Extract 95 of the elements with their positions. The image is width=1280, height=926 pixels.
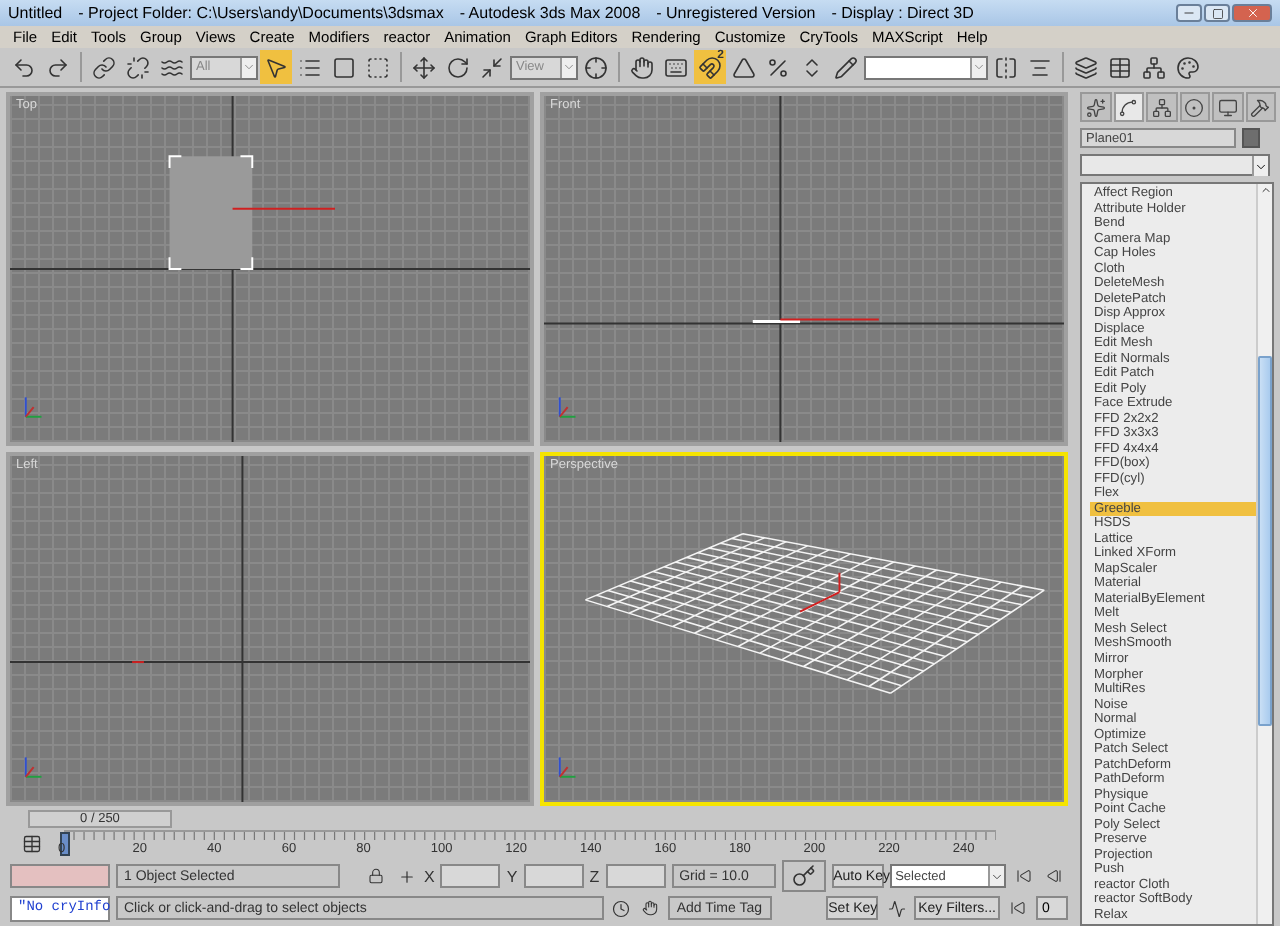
x-label: X xyxy=(424,867,435,885)
minimize-icon xyxy=(1182,6,1196,20)
caret-icon xyxy=(562,60,576,74)
panel-tab[interactable] xyxy=(1245,92,1276,122)
go-to-start-button[interactable] xyxy=(1006,896,1030,920)
unlink-icon xyxy=(126,55,150,79)
caret-icon xyxy=(989,869,1004,883)
curve-icon xyxy=(1118,97,1139,117)
pivot-axis-lines xyxy=(799,571,841,613)
window-title: - Project Folder: C:\Users\andy\Documents\3dsmax xyxy=(78,4,444,22)
modifier-list-dropdown[interactable] xyxy=(1080,154,1270,176)
hand-icon xyxy=(630,55,654,79)
x-field[interactable] xyxy=(440,864,501,888)
network-icon xyxy=(1142,55,1166,79)
window-title: Untitled xyxy=(8,4,63,22)
lock-icon xyxy=(368,868,384,884)
keyboard-icon xyxy=(664,55,688,79)
plane-edge[interactable] xyxy=(752,320,801,323)
scrollbar[interactable] xyxy=(1256,184,1272,924)
align-icon xyxy=(1028,55,1052,79)
scale-icon xyxy=(480,55,504,79)
x-axis-line xyxy=(779,318,880,321)
close-button[interactable] xyxy=(1232,4,1272,22)
dropdown[interactable] xyxy=(864,55,988,79)
key-button[interactable] xyxy=(781,860,826,892)
hand-button[interactable] xyxy=(639,896,663,920)
pointer-icon xyxy=(264,55,288,79)
table-icon xyxy=(1108,55,1132,79)
rotate-icon xyxy=(446,55,470,79)
curve-icon xyxy=(887,899,906,917)
z-field[interactable] xyxy=(605,864,666,888)
move-icon xyxy=(412,55,436,79)
previous-frame-button[interactable] xyxy=(1041,864,1066,888)
caret-icon xyxy=(1254,159,1268,173)
hierarchy-icon xyxy=(1151,97,1172,117)
wave-icon xyxy=(160,55,184,79)
link-icon xyxy=(92,55,116,79)
redo-icon xyxy=(46,55,70,79)
hand-icon xyxy=(642,900,659,916)
spinner-icon xyxy=(800,55,824,79)
undo-icon xyxy=(12,55,36,79)
close-icon xyxy=(1245,6,1259,20)
y-field[interactable] xyxy=(523,864,584,888)
caret-icon xyxy=(972,60,986,74)
maximize-button[interactable] xyxy=(1204,4,1230,22)
layers-icon xyxy=(1074,55,1098,79)
y-label: Y xyxy=(506,867,518,885)
target-icon xyxy=(1184,97,1205,117)
timeline-thumb[interactable] xyxy=(60,831,70,856)
skip-back-icon xyxy=(1015,868,1032,884)
pointer-button[interactable] xyxy=(260,50,292,84)
mirror-icon xyxy=(994,55,1018,79)
clock-button[interactable] xyxy=(609,896,634,920)
maxscript-listener-field[interactable] xyxy=(10,864,110,888)
clock-icon xyxy=(612,899,631,917)
palette-icon xyxy=(1176,55,1200,79)
axis-tripod-icon xyxy=(558,756,577,778)
plus-icon xyxy=(397,867,415,885)
square-icon xyxy=(332,55,356,79)
x-axis-line xyxy=(231,207,336,210)
x-axis-line xyxy=(131,661,145,664)
panel-tab[interactable] xyxy=(1212,92,1243,122)
key-icon xyxy=(791,864,816,888)
panel-tab[interactable] xyxy=(1179,92,1210,122)
crosshair-icon xyxy=(584,55,608,79)
curve-button[interactable] xyxy=(884,896,908,920)
axis-tripod-icon xyxy=(24,396,43,418)
z-label: Z xyxy=(589,867,600,885)
color-swatch[interactable] xyxy=(1242,128,1260,148)
step-back-icon xyxy=(1045,868,1062,884)
dashed-square-icon xyxy=(366,55,390,79)
percent-icon xyxy=(766,55,790,79)
window-title: - Autodesk 3ds Max 2008 xyxy=(459,4,641,22)
scroll-up-icon xyxy=(1259,184,1271,196)
panel-tab[interactable] xyxy=(1080,92,1111,122)
hammer-icon xyxy=(1250,97,1271,117)
table-icon xyxy=(22,833,42,854)
axis-tripod-icon xyxy=(558,396,577,418)
monitor-icon xyxy=(1217,97,1238,117)
skip-back-icon xyxy=(1010,900,1027,916)
magnet-icon xyxy=(698,55,722,79)
triangle-icon xyxy=(732,55,756,79)
sparkle-icon xyxy=(1085,97,1106,117)
window-title: - Display : Direct 3D xyxy=(831,4,974,22)
axis-tripod-icon xyxy=(24,756,43,778)
panel-tab[interactable] xyxy=(1113,92,1144,122)
minimize-button[interactable] xyxy=(1176,4,1202,22)
plane-mesh-drawing[interactable] xyxy=(584,533,1046,694)
go-to-start-button[interactable] xyxy=(1011,864,1036,888)
panel-tab[interactable] xyxy=(1146,92,1177,122)
lock-button[interactable] xyxy=(364,864,388,888)
maximize-icon xyxy=(1211,7,1223,19)
caret-icon xyxy=(242,60,256,74)
pencil-icon xyxy=(834,55,858,79)
window-title: - Unregistered Version xyxy=(656,4,816,22)
